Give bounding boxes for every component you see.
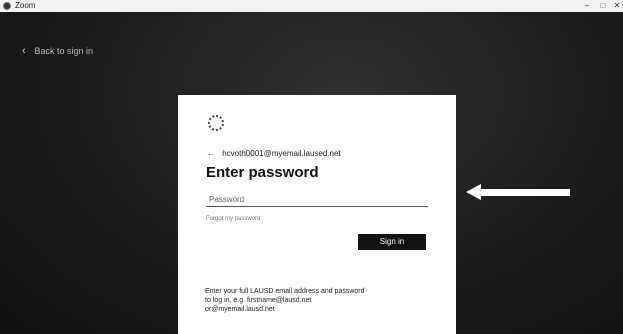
page-title: Enter password [206,164,319,181]
callout-arrow-icon [466,184,570,201]
password-input[interactable] [206,193,428,207]
signin-card: ← hcvoth0001@myemail.laused.net Enter pa… [178,95,456,334]
back-link-label: Back to sign in [34,46,93,56]
account-email: hcvoth0001@myemail.laused.net [222,149,341,158]
callout-arrow-shaft [479,189,570,196]
instruction-line: to log in, e.g. firstname@lausd.net [205,297,312,304]
login-instructions: Enter your full LAUSD email address and … [205,287,445,314]
window-title: Zoom [15,1,36,10]
forgot-password-link[interactable]: Forgot my password [206,216,260,222]
instruction-line: Enter your full LAUSD email address and … [205,288,365,295]
instruction-line: or@myemail.lausd.net [205,306,275,313]
maximize-button[interactable]: □ [596,0,610,12]
back-arrow-icon: ← [207,149,215,158]
window-titlebar: Zoom – □ ✕ [0,0,623,12]
back-link[interactable]: ‹ Back to sign in [22,45,93,57]
org-logo-icon [208,115,224,131]
minimize-button[interactable]: – [580,0,594,12]
chevron-left-icon: ‹ [22,45,26,57]
app-icon [3,2,11,10]
sign-in-button[interactable]: Sign in [358,234,426,250]
account-identity[interactable]: ← hcvoth0001@myemail.laused.net [207,149,341,158]
close-button[interactable]: ✕ [610,0,623,12]
